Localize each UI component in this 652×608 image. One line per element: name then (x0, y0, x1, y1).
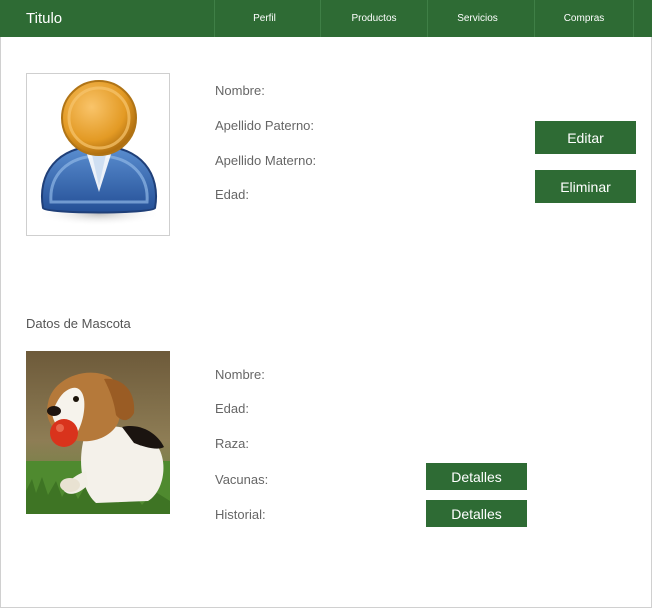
vacunas-details-button[interactable]: Detalles (426, 463, 527, 490)
nav-item-productos[interactable]: Productos (320, 0, 427, 37)
owner-apellido-materno-label: Apellido Materno: (215, 153, 317, 168)
top-navbar: Titulo Perfil Productos Servicios Compra… (0, 0, 652, 37)
app-title: Titulo (26, 10, 63, 27)
nav-item-perfil[interactable]: Perfil (214, 0, 314, 37)
pet-nombre-label: Nombre: (215, 367, 265, 382)
historial-details-button[interactable]: Detalles (426, 500, 527, 527)
nav-item-servicios[interactable]: Servicios (427, 0, 527, 37)
pet-edad-label: Edad: (215, 401, 249, 416)
user-avatar-icon (37, 80, 161, 226)
owner-edad-label: Edad: (215, 187, 249, 202)
nav-item-compras[interactable]: Compras (534, 0, 634, 37)
owner-avatar (26, 73, 170, 236)
pet-photo (26, 351, 170, 514)
delete-button[interactable]: Eliminar (535, 170, 636, 203)
dog-photo (26, 351, 170, 514)
pet-vacunas-label: Vacunas: (215, 472, 269, 487)
pet-section-title: Datos de Mascota (26, 316, 131, 331)
pet-historial-label: Historial: (215, 507, 266, 522)
owner-apellido-paterno-label: Apellido Paterno: (215, 118, 315, 133)
owner-nombre-label: Nombre: (215, 83, 265, 98)
pet-raza-label: Raza: (215, 436, 249, 451)
edit-button[interactable]: Editar (535, 121, 636, 154)
